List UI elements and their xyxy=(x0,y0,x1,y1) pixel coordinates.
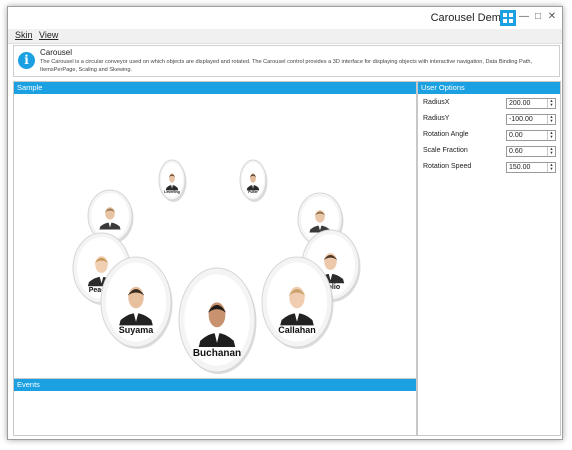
carousel-card[interactable]: Buchanan xyxy=(178,267,257,374)
spinner-value[interactable]: -100.00 xyxy=(509,115,533,125)
option-label: Rotation Angle xyxy=(423,131,469,138)
radiusx-spinner[interactable]: 200.00 ▲ ▼ xyxy=(506,98,556,109)
spinner-arrows-icon[interactable]: ▲ ▼ xyxy=(547,115,555,124)
carousel-card[interactable]: Callahan xyxy=(261,256,334,349)
carousel-card[interactable]: Suyama xyxy=(100,256,173,349)
carousel-card-name: Leverling xyxy=(164,190,180,195)
option-scale-fraction: Scale Fraction 0.60 ▲ ▼ xyxy=(423,146,558,158)
app-window: Carousel Demo — □ ✕ Skin View i Carousel… xyxy=(7,6,563,440)
carousel-card-name: Callahan xyxy=(278,324,316,335)
spinner-value[interactable]: 200.00 xyxy=(509,99,530,109)
option-rotation-angle: Rotation Angle 0.00 ▲ ▼ xyxy=(423,130,558,142)
carousel[interactable]: Leverling Fuller Do xyxy=(14,94,416,378)
rotation-speed-spinner[interactable]: 150.00 ▲ ▼ xyxy=(506,162,556,173)
app-grid-icon xyxy=(500,10,516,26)
events-header: Events xyxy=(14,379,416,391)
info-title: Carousel xyxy=(40,48,73,57)
user-options-panel: User Options RadiusX 200.00 ▲ ▼ RadiusY -… xyxy=(417,81,561,436)
carousel-card[interactable]: Leverling xyxy=(158,159,187,202)
option-label: RadiusX xyxy=(423,99,450,106)
maximize-button[interactable]: □ xyxy=(532,11,544,23)
spinner-arrows-icon[interactable]: ▲ ▼ xyxy=(547,147,555,156)
option-label: RadiusY xyxy=(423,115,450,122)
sample-panel: Sample Leverling Fuller Peacoc Suyama Ca… xyxy=(13,81,417,379)
carousel-card-name: Suyama xyxy=(118,324,154,335)
spinner-value[interactable]: 150.00 xyxy=(509,163,530,173)
sample-header: Sample xyxy=(14,82,416,94)
menu-bar: Skin View xyxy=(8,29,562,44)
carousel-card-name: Fuller xyxy=(248,190,258,195)
radiusy-spinner[interactable]: -100.00 ▲ ▼ xyxy=(506,114,556,125)
employee-portrait-fuller xyxy=(239,159,268,202)
menu-skin[interactable]: Skin xyxy=(15,30,33,40)
option-rotation-speed: Rotation Speed 150.00 ▲ ▼ xyxy=(423,162,558,174)
menu-view[interactable]: View xyxy=(39,30,58,40)
carousel-card-name: Buchanan xyxy=(192,348,242,360)
info-banner: i Carousel The Carousel is a circular co… xyxy=(13,45,560,77)
window-title: Carousel Demo xyxy=(430,12,507,24)
option-label: Rotation Speed xyxy=(423,163,472,170)
employee-portrait-callahan xyxy=(261,256,334,349)
info-description: The Carousel is a circular conveyor used… xyxy=(40,59,533,73)
info-icon: i xyxy=(18,52,35,69)
employee-portrait-suyama xyxy=(100,256,173,349)
scale-fraction-spinner[interactable]: 0.60 ▲ ▼ xyxy=(506,146,556,157)
employee-portrait-leverling xyxy=(158,159,187,202)
options-header: User Options xyxy=(418,82,560,94)
spinner-value[interactable]: 0.60 xyxy=(509,147,523,157)
close-button[interactable]: ✕ xyxy=(546,11,558,23)
option-label: Scale Fraction xyxy=(423,147,468,154)
spinner-arrows-icon[interactable]: ▲ ▼ xyxy=(547,131,555,140)
title-bar: Carousel Demo — □ ✕ xyxy=(8,7,562,29)
events-panel: Events xyxy=(13,378,417,436)
spinner-arrows-icon[interactable]: ▲ ▼ xyxy=(547,163,555,172)
option-radiusy: RadiusY -100.00 ▲ ▼ xyxy=(423,114,558,126)
spinner-value[interactable]: 0.00 xyxy=(509,131,523,141)
rotation-angle-spinner[interactable]: 0.00 ▲ ▼ xyxy=(506,130,556,141)
option-radiusx: RadiusX 200.00 ▲ ▼ xyxy=(423,98,558,110)
spinner-arrows-icon[interactable]: ▲ ▼ xyxy=(547,99,555,108)
carousel-card[interactable]: Fuller xyxy=(239,159,268,202)
minimize-button[interactable]: — xyxy=(518,11,530,23)
